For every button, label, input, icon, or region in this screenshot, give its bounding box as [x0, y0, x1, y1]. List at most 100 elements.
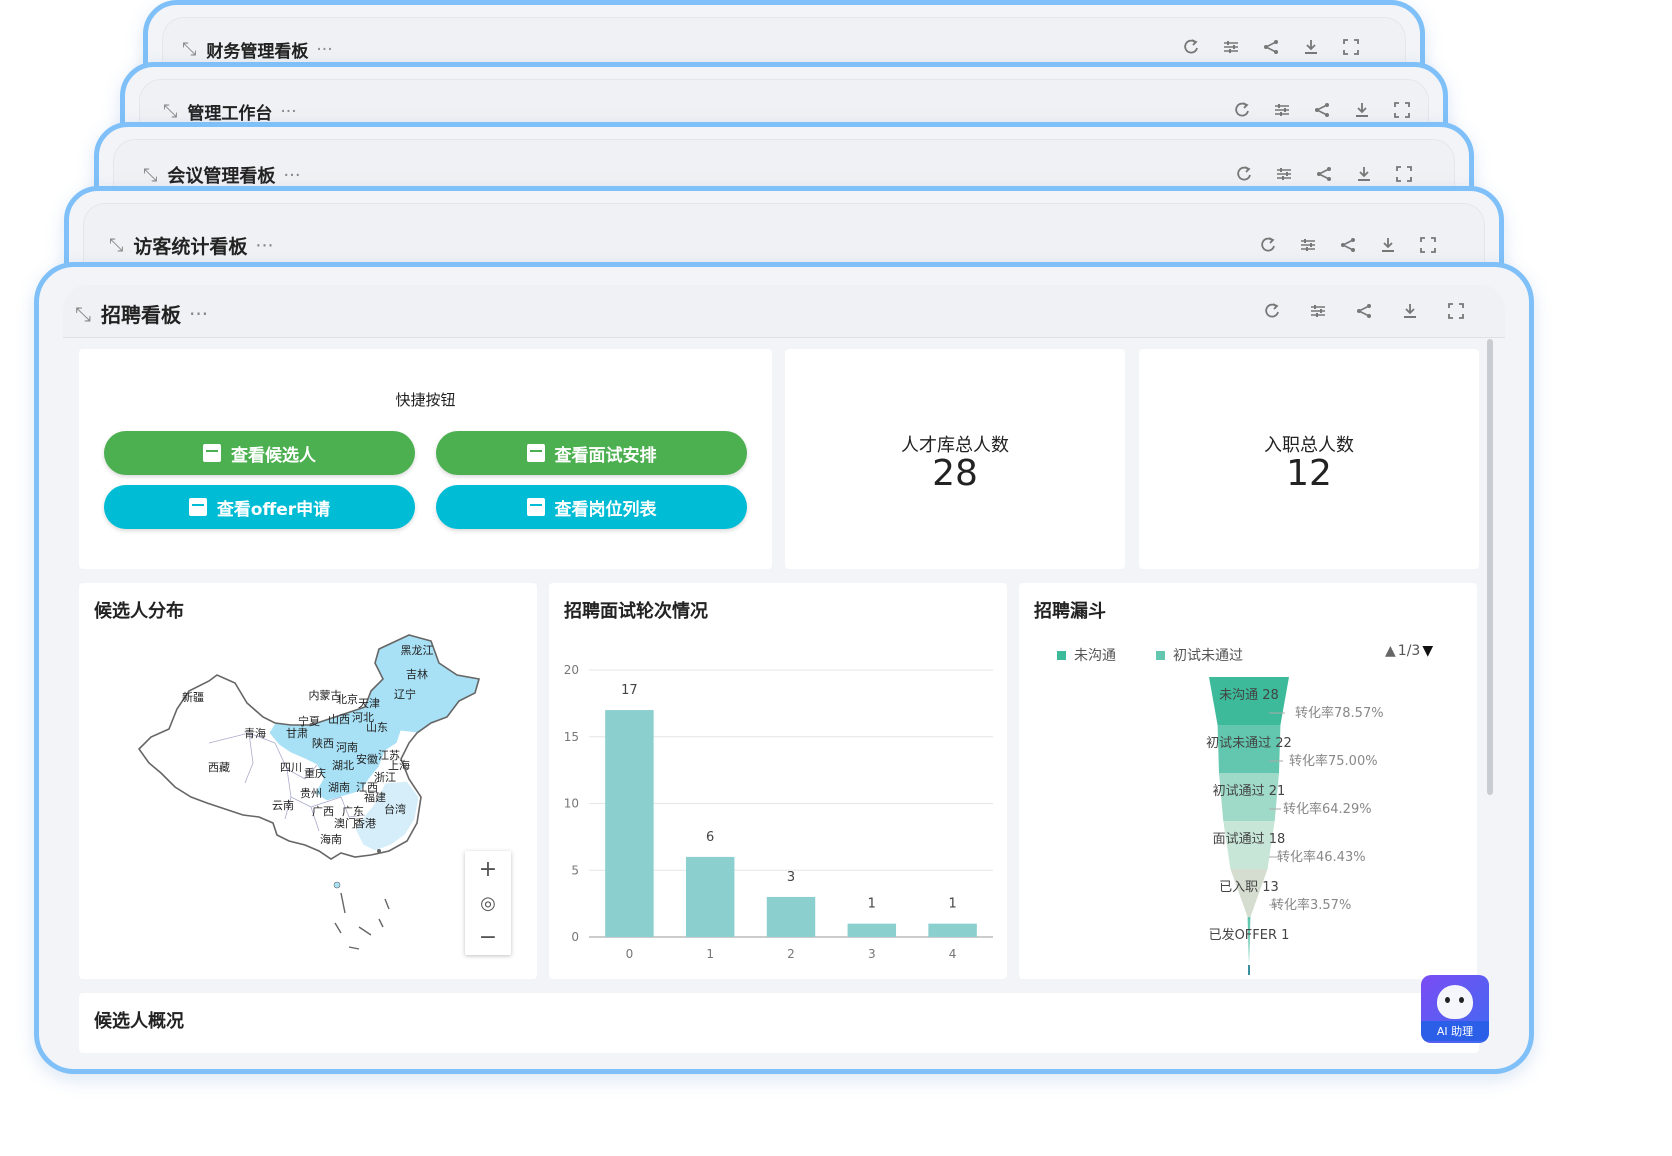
- province-label: 河南: [336, 741, 358, 754]
- locate-icon[interactable]: ◎: [480, 893, 496, 914]
- expand-icon[interactable]: ⤡: [182, 39, 196, 60]
- x-tick-label: 1: [706, 947, 714, 961]
- expand-icon[interactable]: ⤡: [109, 235, 123, 256]
- x-tick-label: 3: [868, 947, 876, 961]
- bar[interactable]: [928, 923, 977, 937]
- interview-rounds-panel: 招聘面试轮次情况 0 5 10 15 20 17 0 6 1 3 2 1 3 1 4: [549, 583, 1007, 979]
- button-label: 查看offer申请: [216, 499, 331, 520]
- card-toolbar: [1263, 302, 1465, 320]
- zoom-in-icon[interactable]: +: [479, 857, 497, 882]
- card-header: ⤡ 财务管理看板 ···: [182, 37, 333, 62]
- settings-sliders-icon[interactable]: [1222, 38, 1240, 56]
- province-label: 四川: [280, 761, 302, 774]
- talent-pool-stat: 人才库总人数 28: [785, 349, 1125, 569]
- more-icon[interactable]: ···: [255, 235, 273, 257]
- funnel-stage-label: 未沟通 28: [1219, 688, 1279, 703]
- zoom-out-icon[interactable]: −: [479, 925, 497, 950]
- fullscreen-icon[interactable]: [1393, 101, 1411, 119]
- map-south-sea: [334, 892, 390, 950]
- settings-sliders-icon[interactable]: [1299, 236, 1317, 254]
- funnel-stage-label: 初试通过 21: [1213, 784, 1286, 799]
- stat-value: 12: [1286, 453, 1332, 494]
- card-title: 招聘看板: [101, 303, 181, 327]
- settings-sliders-icon[interactable]: [1309, 302, 1327, 320]
- settings-sliders-icon[interactable]: [1273, 101, 1291, 119]
- bar-data-label: 17: [621, 683, 638, 698]
- province-label: 重庆: [304, 766, 326, 780]
- more-icon[interactable]: ···: [283, 165, 300, 186]
- download-icon[interactable]: [1355, 165, 1373, 183]
- more-icon[interactable]: ···: [280, 102, 296, 122]
- refresh-icon[interactable]: [1259, 236, 1277, 254]
- card-toolbar: [1235, 165, 1413, 183]
- share-icon[interactable]: [1339, 236, 1357, 254]
- view-offers-button[interactable]: 查看offer申请: [104, 485, 415, 529]
- bar[interactable]: [605, 710, 654, 937]
- settings-sliders-icon[interactable]: [1275, 165, 1293, 183]
- refresh-icon[interactable]: [1233, 101, 1251, 119]
- fullscreen-icon[interactable]: [1342, 38, 1360, 56]
- card-title: 会议管理看板: [167, 166, 276, 187]
- panel-title: 候选人概况: [94, 1011, 184, 1032]
- view-candidates-button[interactable]: 查看候选人: [104, 431, 415, 475]
- y-tick-label: 20: [564, 663, 579, 677]
- view-interviews-button[interactable]: 查看面试安排: [436, 431, 747, 475]
- x-tick-label: 4: [949, 947, 957, 961]
- y-tick-label: 0: [571, 930, 579, 944]
- province-label: 陕西: [312, 736, 334, 750]
- bar[interactable]: [685, 856, 735, 937]
- province-label: 甘肃: [286, 727, 308, 740]
- province-label: 新疆: [182, 690, 204, 704]
- more-icon[interactable]: ···: [316, 40, 332, 60]
- download-icon[interactable]: [1353, 101, 1371, 119]
- province-label: 海南: [320, 832, 342, 846]
- conversion-rate-label: 转化率78.57%: [1295, 705, 1384, 721]
- province-label: 安徽: [356, 752, 378, 766]
- scrollbar[interactable]: [1487, 339, 1493, 795]
- view-positions-button[interactable]: 查看岗位列表: [436, 485, 747, 529]
- table-icon: [203, 444, 221, 462]
- download-icon[interactable]: [1401, 302, 1419, 320]
- province-label: 湖南: [328, 781, 350, 794]
- bar[interactable]: [766, 896, 816, 937]
- share-icon[interactable]: [1262, 38, 1280, 56]
- conversion-rate-label: 转化率46.43%: [1277, 849, 1366, 865]
- x-tick-label: 2: [787, 947, 795, 961]
- card-toolbar: [1182, 38, 1360, 56]
- ai-assistant-button[interactable]: AI 助理: [1421, 975, 1489, 1043]
- province-label: 青海: [244, 726, 266, 740]
- province-label: 湖北: [332, 759, 354, 772]
- province-label: 台湾: [384, 802, 406, 816]
- x-tick-label: 0: [626, 947, 634, 961]
- refresh-icon[interactable]: [1263, 302, 1281, 320]
- share-icon[interactable]: [1355, 302, 1373, 320]
- funnel-stage-label: 已入职 13: [1219, 880, 1279, 895]
- onboarded-stat: 入职总人数 12: [1139, 349, 1479, 569]
- funnel-stage-label: 已发OFFER 1: [1209, 927, 1290, 943]
- y-tick-label: 15: [564, 730, 579, 744]
- fullscreen-icon[interactable]: [1419, 236, 1437, 254]
- province-label: 上海: [388, 758, 410, 772]
- fullscreen-icon[interactable]: [1447, 302, 1465, 320]
- more-icon[interactable]: ···: [189, 302, 208, 326]
- province-label: 山东: [366, 721, 388, 734]
- y-tick-label: 5: [571, 863, 579, 877]
- refresh-icon[interactable]: [1235, 165, 1253, 183]
- expand-icon[interactable]: ⤡: [75, 302, 91, 326]
- refresh-icon[interactable]: [1182, 38, 1200, 56]
- stat-value: 28: [932, 453, 978, 494]
- card-title: 管理工作台: [187, 104, 273, 124]
- expand-icon[interactable]: ⤡: [163, 101, 177, 122]
- bar[interactable]: [847, 923, 897, 937]
- funnel-stage-label: 面试通过 18: [1213, 832, 1286, 847]
- expand-icon[interactable]: ⤡: [143, 165, 157, 186]
- ai-label: AI 助理: [1421, 1021, 1489, 1041]
- share-icon[interactable]: [1313, 101, 1331, 119]
- province-label: 天津: [358, 697, 380, 710]
- download-icon[interactable]: [1302, 38, 1320, 56]
- bar-data-label: 1: [948, 897, 956, 912]
- quick-buttons-title: 快捷按钮: [395, 391, 456, 409]
- fullscreen-icon[interactable]: [1395, 165, 1413, 183]
- download-icon[interactable]: [1379, 236, 1397, 254]
- share-icon[interactable]: [1315, 165, 1333, 183]
